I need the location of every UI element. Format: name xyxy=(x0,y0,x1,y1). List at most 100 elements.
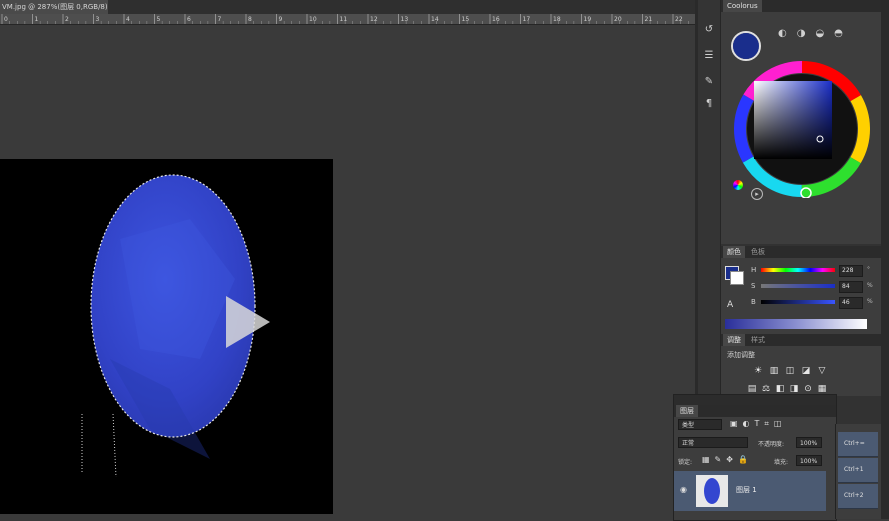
brightness-icon[interactable]: ☀ xyxy=(753,366,763,376)
layer-filter-row: 类型 ▣◐T⌗◫ xyxy=(678,419,830,433)
bw-icon[interactable]: ◨ xyxy=(789,384,799,394)
tab-strip xyxy=(108,0,695,14)
b-label: B xyxy=(751,298,756,306)
play-mode-icon[interactable]: ▸ xyxy=(751,188,763,200)
action-item[interactable]: Ctrl+1 xyxy=(838,458,878,483)
fill-label: 填充: xyxy=(774,459,789,466)
adjustments-panel: 添加调整 ☀ ▥ ◫ ◪ ▽ ▤ ⚖ ◧ ◨ ⊙ ▦ xyxy=(721,346,889,396)
brush-icon[interactable]: ✎ xyxy=(702,74,716,88)
opacity-label: 不透明度: xyxy=(758,441,785,448)
layers-tab-row: 图层 xyxy=(674,405,836,417)
ruler-tick-label: 11 xyxy=(340,16,348,23)
layer-thumbnail[interactable] xyxy=(696,475,728,507)
b-value[interactable]: 46 xyxy=(839,297,863,309)
tab-swatches[interactable]: 色板 xyxy=(747,246,769,258)
lock-row: 锁定: ▦✎✥🔒 填充: 100% xyxy=(678,455,830,469)
ruler-tick-label: 14 xyxy=(431,16,439,23)
action-item[interactable]: Ctrl+2 xyxy=(838,484,878,509)
mixer-icons[interactable]: ◐◑◒◓ xyxy=(778,28,868,42)
ruler-tick-label: 2 xyxy=(65,16,69,23)
s-unit: % xyxy=(867,282,873,289)
hue-sat-icon[interactable]: ⚖ xyxy=(761,384,771,394)
color-wheel[interactable] xyxy=(733,60,871,198)
lock-label: 锁定: xyxy=(678,459,693,466)
visibility-eye-icon[interactable]: ◉ xyxy=(680,485,687,494)
exposure-icon[interactable]: ◪ xyxy=(801,366,811,376)
ruler-tick-label: 16 xyxy=(492,16,500,23)
lock-icons[interactable]: ▦✎✥🔒 xyxy=(702,455,753,464)
tab-layers[interactable]: 图层 xyxy=(676,405,698,417)
ruler-tick-label: 18 xyxy=(553,16,561,23)
coolorus-panel: ◐◑◒◓ ▸ xyxy=(721,12,889,244)
gradient-map-icon[interactable]: ▽ xyxy=(817,366,827,376)
b-slider[interactable] xyxy=(761,300,835,304)
color-balance-icon[interactable]: ◧ xyxy=(775,384,785,394)
tab-color[interactable]: 颜色 xyxy=(723,246,745,258)
h-slider[interactable] xyxy=(761,268,835,272)
play-icon[interactable] xyxy=(218,292,278,352)
ruler-tick-label: 8 xyxy=(248,16,252,23)
ruler-tick-label: 10 xyxy=(309,16,317,23)
ruler-tick-label: 17 xyxy=(523,16,531,23)
ruler-tick-label: 3 xyxy=(96,16,100,23)
photo-filter-icon[interactable]: ⊙ xyxy=(803,384,813,394)
ruler-tick-label: 13 xyxy=(401,16,409,23)
curves-icon[interactable]: ◫ xyxy=(785,366,795,376)
b-unit: % xyxy=(867,298,873,305)
ruler-tick-label: 4 xyxy=(126,16,130,23)
ruler-tick-label: 22 xyxy=(675,16,683,23)
opacity-input[interactable]: 100% xyxy=(796,437,822,448)
color-panel: A H 228 ° S 84 % B 46 % xyxy=(721,258,889,334)
ruler-tick-label: 20 xyxy=(614,16,622,23)
blend-mode-select[interactable]: 正常 xyxy=(678,437,748,448)
bg-swatch-small[interactable] xyxy=(730,271,744,285)
color-ramp[interactable] xyxy=(725,319,867,329)
ruler-tick-label: 6 xyxy=(187,16,191,23)
tab-styles[interactable]: 样式 xyxy=(747,334,769,346)
filter-icons[interactable]: ▣◐T⌗◫ xyxy=(730,419,787,429)
foreground-color-fill xyxy=(733,33,759,59)
tab-adjustments[interactable]: 调整 xyxy=(723,334,745,346)
s-value[interactable]: 84 xyxy=(839,281,863,293)
actions-panel: Ctrl+= Ctrl+1 Ctrl+2 xyxy=(835,424,882,519)
layer-row[interactable]: ◉ 图层 1 xyxy=(674,471,826,511)
h-value[interactable]: 228 xyxy=(839,265,863,277)
document-canvas[interactable] xyxy=(0,159,333,514)
tab-coolorus[interactable]: Coolorus xyxy=(723,0,762,12)
layers-panel: 图层 类型 ▣◐T⌗◫ 正常 不透明度: 100% 锁定: ▦✎✥🔒 填充: 1… xyxy=(673,394,837,521)
ruler-tick-label: 21 xyxy=(645,16,653,23)
document-tab-title: VM.jpg @ 287%(图层 0,RGB/8) * xyxy=(2,3,111,11)
ruler-tick-label: 12 xyxy=(370,16,378,23)
s-label: S xyxy=(751,282,756,290)
window-edge xyxy=(881,0,889,519)
warning-icon: A xyxy=(727,300,734,310)
ruler-tick-label: 5 xyxy=(157,16,161,23)
ruler-tick-label: 0 xyxy=(4,16,8,23)
layer-name[interactable]: 图层 1 xyxy=(736,485,757,495)
palette-icon[interactable] xyxy=(733,180,743,190)
ruler-tick-label: 7 xyxy=(218,16,222,23)
document-artwork xyxy=(81,174,256,478)
ruler-tick-label: 1 xyxy=(35,16,39,23)
ruler-tick-label: 15 xyxy=(462,16,470,23)
fill-input[interactable]: 100% xyxy=(796,455,822,466)
ruler-tick-label: 19 xyxy=(584,16,592,23)
channel-mixer-icon[interactable]: ▦ xyxy=(817,384,827,394)
properties-icon[interactable]: ☰ xyxy=(702,48,716,62)
ruler-tick-label: 9 xyxy=(279,16,283,23)
horizontal-ruler: 0 1 2 3 4 5 6 7 8 9 10 11 12 13 14 15 16 17 18 19 20 21 22 xyxy=(0,14,695,25)
action-item[interactable]: Ctrl+= xyxy=(838,432,878,457)
adjust-title: 添加调整 xyxy=(727,351,755,359)
filter-select[interactable]: 类型 xyxy=(678,419,722,430)
h-unit: ° xyxy=(867,266,870,273)
h-label: H xyxy=(751,266,757,274)
ruler-ticks: 0 1 2 3 4 5 6 7 8 9 10 11 12 13 14 15 16 17 18 19 20 21 22 xyxy=(1,14,689,24)
character-icon[interactable]: ¶ xyxy=(702,96,716,110)
blend-row: 正常 不透明度: 100% xyxy=(678,437,830,451)
layers-header[interactable] xyxy=(674,395,836,405)
vibrance-icon[interactable]: ▤ xyxy=(747,384,757,394)
history-icon[interactable]: ↺ xyxy=(702,22,716,36)
document-tab[interactable]: VM.jpg @ 287%(图层 0,RGB/8) * × xyxy=(0,0,111,14)
levels-icon[interactable]: ▥ xyxy=(769,366,779,376)
s-slider[interactable] xyxy=(761,284,835,288)
